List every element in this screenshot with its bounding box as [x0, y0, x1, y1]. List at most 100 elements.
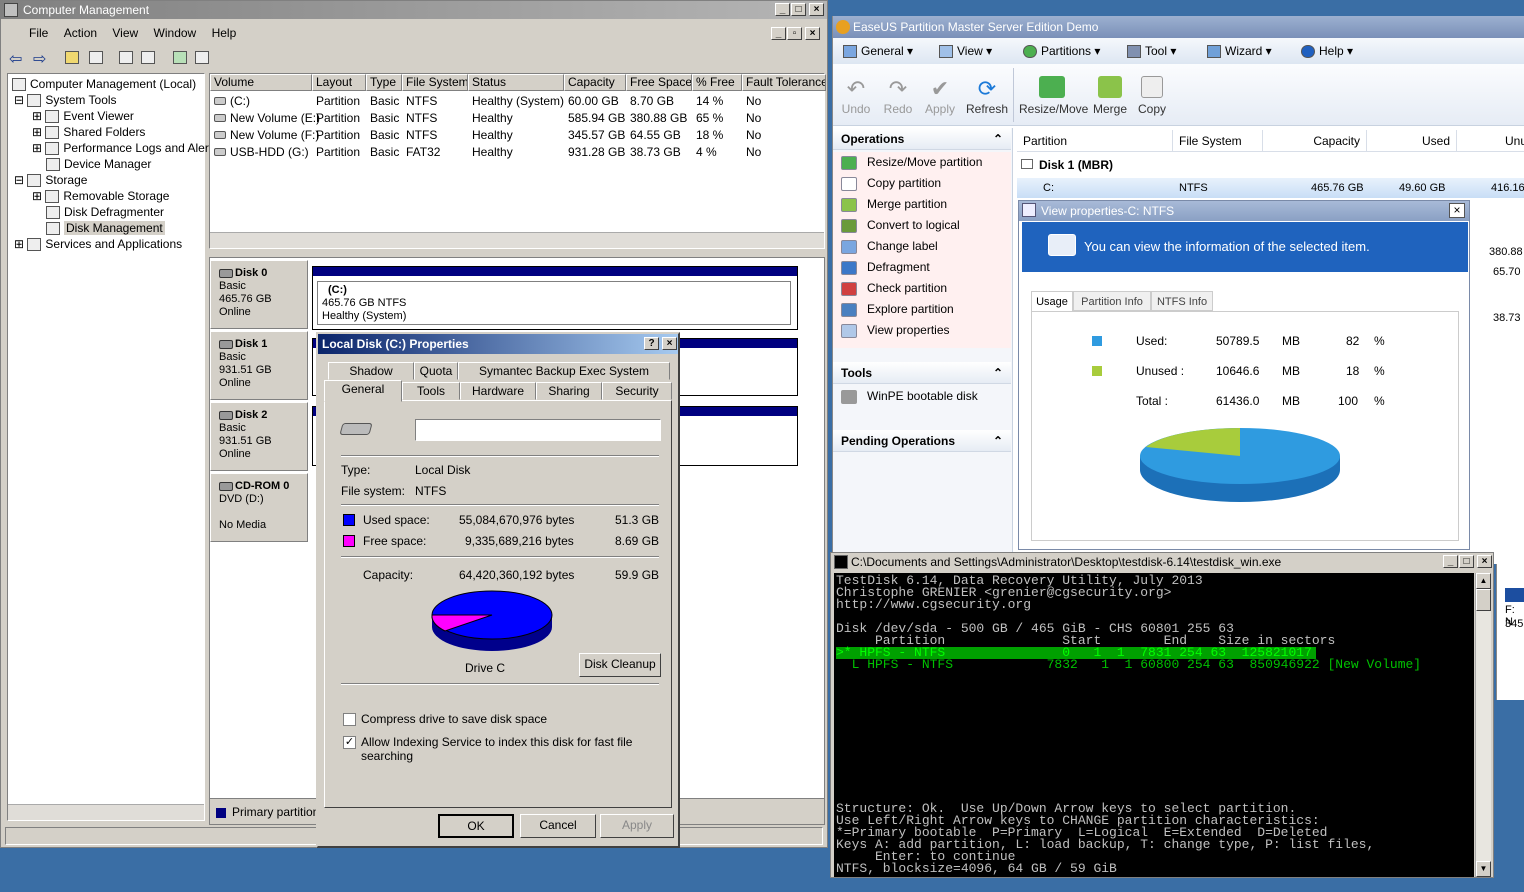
refresh-button[interactable]: ⟳ Refresh: [965, 76, 1009, 116]
minimize-button[interactable]: _: [775, 3, 790, 16]
export-icon[interactable]: [195, 51, 209, 64]
tree-item-disk-management[interactable]: Disk Management: [46, 220, 165, 236]
col-percent-free[interactable]: % Free: [692, 74, 742, 91]
col-type[interactable]: Type: [366, 74, 402, 91]
op-view-properties[interactable]: View properties: [833, 320, 950, 341]
col-capacity[interactable]: Capacity: [564, 74, 626, 91]
partition-col-unused[interactable]: Unu: [1457, 130, 1524, 152]
vp-tab-ntfs-info[interactable]: NTFS Info: [1151, 291, 1213, 311]
volume-name[interactable]: USB-HDD (G:): [230, 144, 309, 161]
col-status[interactable]: Status: [468, 74, 564, 91]
volume-hscrollbar[interactable]: [210, 232, 824, 248]
apply-button[interactable]: ✔ Apply: [923, 76, 957, 116]
refresh-icon[interactable]: [173, 51, 187, 64]
vp-close-button[interactable]: ×: [1449, 203, 1465, 218]
properties-icon[interactable]: [119, 51, 133, 64]
partition-col-used[interactable]: Used: [1367, 130, 1457, 152]
winpe-bootable-disk[interactable]: WinPE bootable disk: [833, 386, 978, 407]
op-convert-to-logical[interactable]: Convert to logical: [833, 215, 960, 236]
menu-help[interactable]: Help: [206, 23, 243, 43]
disk-card[interactable]: Disk 0 Basic 465.76 GB Online: [210, 260, 308, 329]
tree-item-defragmenter[interactable]: Disk Defragmenter: [46, 204, 164, 220]
tree-item-event-viewer[interactable]: ⊞ Event Viewer: [32, 108, 134, 124]
tree-item-removable-storage[interactable]: ⊞ Removable Storage: [32, 188, 169, 204]
partition-col-capacity[interactable]: Capacity: [1263, 130, 1367, 152]
volume-name[interactable]: New Volume (F:): [230, 127, 319, 144]
pending-header[interactable]: Pending Operations ⌃: [833, 430, 1011, 452]
testdisk-titlebar[interactable]: C:\Documents and Settings\Administrator\…: [831, 553, 1493, 571]
vp-tab-usage[interactable]: Usage: [1031, 291, 1073, 311]
child-restore-button[interactable]: ▫: [787, 27, 802, 40]
back-icon[interactable]: ⇦: [9, 49, 22, 69]
scroll-down-icon[interactable]: ▼: [1476, 861, 1491, 877]
menu-general[interactable]: General ▾: [843, 38, 913, 64]
partition-col-partition[interactable]: Partition: [1017, 130, 1173, 152]
child-close-button[interactable]: ×: [805, 27, 820, 40]
tree-hscrollbar[interactable]: [8, 804, 204, 820]
menu-help[interactable]: Help ▾: [1301, 38, 1353, 64]
col-filesystem[interactable]: File System: [402, 74, 468, 91]
op-resize-move-partition[interactable]: Resize/Move partition: [833, 152, 982, 173]
console-vscrollbar[interactable]: ▲ ▼: [1475, 573, 1491, 877]
col-fault-tolerance[interactable]: Fault Tolerance: [742, 74, 826, 91]
op-merge-partition[interactable]: Merge partition: [833, 194, 947, 215]
op-check-partition[interactable]: Check partition: [833, 278, 947, 299]
disk-card[interactable]: Disk 2 Basic 931.51 GB Online: [210, 402, 308, 471]
tab-symantec[interactable]: Symantec Backup Exec System Recovery: [458, 362, 670, 395]
merge-button[interactable]: Merge: [1091, 76, 1129, 116]
menu-tool[interactable]: Tool ▾: [1127, 38, 1176, 64]
compress-checkbox[interactable]: [343, 713, 356, 726]
tab-security[interactable]: Security: [602, 382, 672, 400]
console-close-button[interactable]: ×: [1477, 555, 1492, 568]
col-layout[interactable]: Layout: [312, 74, 366, 91]
tree-item-performance[interactable]: ⊞ Performance Logs and Alerts: [32, 140, 218, 156]
properties-titlebar[interactable]: Local Disk (C:) Properties: [318, 334, 678, 354]
undo-button[interactable]: ↶ Undo: [841, 76, 871, 116]
disk-card[interactable]: Disk 1 Basic 931.51 GB Online: [210, 331, 308, 400]
up-folder-icon[interactable]: [65, 51, 79, 64]
vp-titlebar[interactable]: View properties-C: NTFS ×: [1019, 201, 1469, 221]
partition-row-c[interactable]: C: NTFS 465.76 GB 49.60 GB 416.16: [1017, 178, 1524, 198]
console-screen[interactable]: TestDisk 6.14, Data Recovery Utility, Ju…: [834, 573, 1474, 877]
tab-quota[interactable]: Quota: [414, 362, 458, 380]
apply-button[interactable]: Apply: [600, 814, 674, 838]
tree-item-device-manager[interactable]: Device Manager: [46, 156, 151, 172]
show-tree-icon[interactable]: [89, 51, 103, 64]
col-freespace[interactable]: Free Space: [626, 74, 692, 91]
tree-item-root[interactable]: Computer Management (Local): [12, 76, 196, 92]
disk-cleanup-button[interactable]: Disk Cleanup: [579, 653, 661, 677]
tree-item-services[interactable]: ⊞ Services and Applications: [14, 236, 182, 252]
op-explore-partition[interactable]: Explore partition: [833, 299, 954, 320]
volume-name[interactable]: New Volume (E:): [230, 110, 320, 127]
tab-hardware[interactable]: Hardware: [460, 382, 536, 400]
copy-button[interactable]: Copy: [1135, 76, 1169, 116]
menu-wizard[interactable]: Wizard ▾: [1207, 38, 1272, 64]
partition-line-2[interactable]: L HPFS - NTFS 7832 1 1 60800 254 63 8509…: [836, 658, 1422, 671]
tree-item-shared-folders[interactable]: ⊞ Shared Folders: [32, 124, 145, 140]
menu-file[interactable]: File: [23, 23, 54, 43]
child-minimize-button[interactable]: _: [771, 27, 786, 40]
forward-icon[interactable]: ⇨: [33, 49, 46, 69]
close-button[interactable]: ×: [809, 3, 824, 16]
help-button[interactable]: ?: [644, 337, 659, 350]
menu-view[interactable]: View ▾: [939, 38, 992, 64]
menu-action[interactable]: Action: [58, 23, 103, 43]
col-volume[interactable]: Volume: [210, 74, 312, 91]
op-defragment[interactable]: Defragment: [833, 257, 930, 278]
volume-label-input[interactable]: [415, 419, 661, 441]
ok-button[interactable]: OK: [438, 814, 514, 838]
tab-tools[interactable]: Tools: [402, 382, 460, 400]
menu-view[interactable]: View: [106, 23, 144, 43]
op-copy-partition[interactable]: Copy partition: [833, 173, 941, 194]
help-icon[interactable]: [141, 51, 155, 64]
disk-card[interactable]: CD-ROM 0 DVD (D:) No Media: [210, 473, 308, 542]
cancel-button[interactable]: Cancel: [520, 814, 596, 838]
tab-shadow-copies[interactable]: Shadow Copies: [328, 362, 414, 395]
maximize-button[interactable]: □: [791, 3, 806, 16]
disk0-partition[interactable]: (C:) 465.76 GB NTFS Healthy (System): [312, 266, 798, 330]
partition-col-fs[interactable]: File System: [1173, 130, 1263, 152]
tools-header[interactable]: Tools ⌃: [833, 362, 1011, 384]
op-change-label[interactable]: Change label: [833, 236, 938, 257]
tab-general[interactable]: General: [324, 380, 402, 402]
menu-window[interactable]: Window: [148, 23, 203, 43]
